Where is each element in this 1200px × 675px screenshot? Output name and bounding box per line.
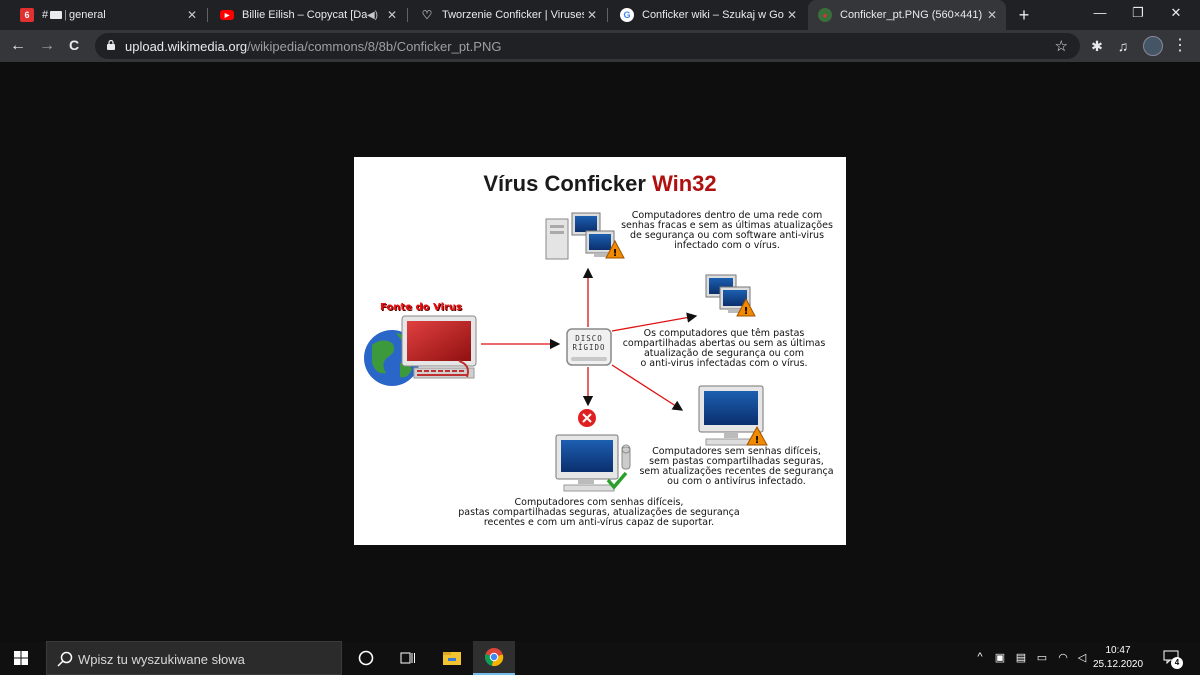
back-arrow-icon[interactable]: ← [8, 37, 28, 55]
clock-date: 25.12.2020 [1093, 659, 1144, 670]
slack-discord-icon: 6 [20, 8, 34, 22]
url-path: /wikipedia/commons/8/8b/Conficker_pt.PNG [247, 39, 502, 54]
task-view-icon[interactable] [387, 641, 429, 675]
tab-general[interactable]: 6 # | general ✕ [10, 0, 206, 30]
restore-icon[interactable]: ❐ [1128, 5, 1148, 21]
tab-title: Conficker wiki – Szukaj w Goog [642, 9, 784, 21]
clock-time: 10:47 [1105, 645, 1131, 656]
warning-mark: ! [744, 306, 749, 317]
search-icon [57, 651, 73, 667]
wikimedia-icon: ● [818, 8, 832, 22]
bookmark-star-icon[interactable]: ☆ [1055, 37, 1068, 55]
caption-line: recentes e com um anti-vírus capaz de su… [483, 517, 715, 528]
action-center-icon[interactable]: 4 [1163, 650, 1183, 669]
source-keyboard [413, 367, 475, 379]
network-computers-icon [545, 212, 615, 260]
chat-icon [50, 11, 63, 19]
close-tab-icon[interactable]: ✕ [384, 8, 400, 22]
tab-divider [207, 8, 208, 22]
url-host: upload.wikimedia.org [125, 39, 248, 54]
address-bar[interactable]: upload.wikimedia.org/wikipedia/commons/8… [95, 33, 1080, 59]
audio-playing-icon[interactable]: ◀) [367, 10, 378, 21]
close-tab-icon[interactable]: ✕ [184, 8, 200, 22]
extensions-puzzle-icon[interactable]: ✱ [1088, 38, 1106, 55]
tab-title: Conficker_pt.PNG (560×441) [840, 9, 983, 21]
url-text[interactable]: upload.wikimedia.org/wikipedia/commons/8… [125, 39, 501, 54]
new-tab-button[interactable]: + [1015, 5, 1033, 26]
youtube-icon: ▶ [220, 10, 234, 20]
windows-taskbar: Wpisz tu wyszukiwane słowa ^ ▣ ▤ ▭ ◠ ◁ 1… [0, 641, 1200, 675]
cortana-icon[interactable] [345, 641, 387, 675]
tab-separator-bar: | [64, 9, 67, 21]
close-tab-icon[interactable]: ✕ [584, 8, 600, 22]
caption-shared-folders: Os computadores que têm pastas compartil… [614, 329, 834, 369]
caption-line: infectado com o vírus. [674, 240, 780, 251]
conficker-diagram-image: Vírus Conficker Win32 ! ! ! Fonte do Vir… [354, 157, 846, 545]
tab-conficker-wiki[interactable]: G Conficker wiki – Szukaj w Goog ✕ [610, 0, 806, 30]
close-window-icon[interactable]: ✕ [1166, 5, 1186, 21]
close-tab-icon[interactable]: ✕ [984, 8, 1000, 22]
tab-strip: 6 # | general ✕ ▶ Billie Eilish – Copyca… [0, 0, 1200, 30]
arrow-disk-to-weak [611, 364, 684, 411]
virus-source-computer [364, 315, 477, 386]
disk-label-line2: RÍGIDO [572, 343, 606, 352]
meet-now-icon[interactable]: ▣ [992, 651, 1008, 664]
browser-menu-icon[interactable]: ⋮ [1172, 38, 1188, 54]
windows-start-icon[interactable] [14, 651, 28, 665]
tab-tworzenie-conficker[interactable]: ♡ Tworzenie Conficker | Viruses W ✕ [410, 0, 606, 30]
tab-prefix: # [42, 9, 49, 21]
source-screen [407, 321, 471, 361]
heart-icon: ♡ [421, 8, 433, 22]
file-explorer-icon[interactable] [431, 641, 473, 675]
media-control-icon[interactable]: ♫ [1114, 38, 1132, 54]
tab-divider [607, 8, 608, 22]
disk-label-line1: DISCO [575, 334, 603, 343]
notification-badge: 4 [1171, 657, 1183, 669]
caption-line: ou com o antivírus infectado. [667, 476, 806, 487]
lock-icon[interactable] [107, 40, 115, 50]
display-icon[interactable]: ▤ [1013, 651, 1029, 664]
tab-title: Tworzenie Conficker | Viruses W [442, 9, 584, 21]
tab-divider [407, 8, 408, 22]
chrome-icon[interactable] [473, 641, 515, 675]
caption-network-computers: Computadores dentro de uma rede com senh… [617, 211, 837, 251]
tab-conficker-png[interactable]: ● Conficker_pt.PNG (560×441) ✕ [808, 0, 1006, 30]
volume-icon[interactable]: ◁ [1074, 651, 1090, 664]
caption-line: o anti-virus infectadas com o vírus. [640, 358, 808, 369]
minimize-icon[interactable]: — [1090, 5, 1110, 20]
browser-toolbar: ← → C upload.wikimedia.org/wikipedia/com… [0, 30, 1200, 62]
forward-arrow-icon[interactable]: → [37, 37, 57, 55]
warning-mark: ! [755, 435, 760, 446]
battery-icon[interactable]: ▭ [1034, 651, 1050, 664]
taskbar-clock[interactable]: 10:47 25.12.2020 [1093, 644, 1143, 672]
profile-avatar[interactable] [1143, 36, 1163, 56]
tray-chevron-icon[interactable]: ^ [972, 651, 988, 663]
tab-billie-eilish[interactable]: ▶ Billie Eilish – Copycat [Day ◀) ✕ [210, 0, 406, 30]
page-viewport: Vírus Conficker Win32 ! ! ! Fonte do Vir… [0, 62, 1200, 641]
caption-weak-passwords: Computadores sem senhas difíceis, sem pa… [634, 447, 839, 487]
tab-title: general [68, 9, 106, 21]
google-icon: G [620, 8, 634, 22]
tab-title: Billie Eilish – Copycat [Day [242, 9, 367, 21]
close-tab-icon[interactable]: ✕ [784, 8, 800, 22]
reload-icon[interactable]: C [64, 37, 84, 53]
caption-safe-computers: Computadores com senhas difíceis, pastas… [446, 498, 752, 528]
search-placeholder: Wpisz tu wyszukiwane słowa [78, 652, 245, 667]
virus-source-label: Fonte do Virus [380, 302, 462, 313]
taskbar-search-box[interactable]: Wpisz tu wyszukiwane słowa [46, 641, 342, 675]
wifi-icon[interactable]: ◠ [1055, 651, 1071, 664]
